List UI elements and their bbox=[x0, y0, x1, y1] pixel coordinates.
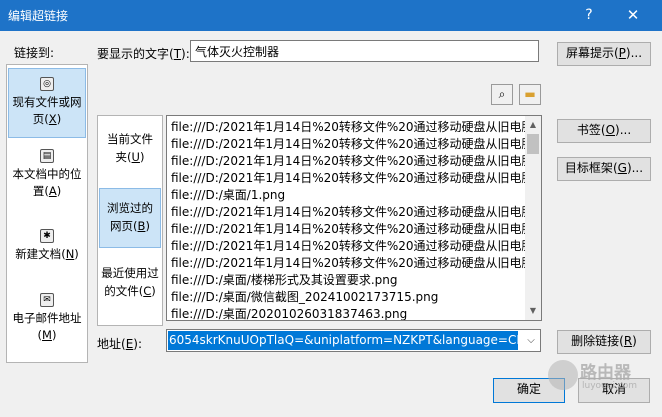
window-title: 编辑超链接 bbox=[8, 9, 69, 23]
chevron-down-icon[interactable]: ⌵ bbox=[523, 331, 539, 350]
list-item[interactable]: file:///D:/桌面/20201026031837463.png bbox=[171, 306, 407, 320]
watermark-subtext: luyouqi.com bbox=[582, 381, 638, 391]
document-place-icon: ▤ bbox=[40, 149, 54, 163]
new-document-icon: ✱ bbox=[40, 229, 54, 243]
bookmark-button[interactable]: 书签(O)... bbox=[557, 119, 651, 143]
watermark-text: 路由器 bbox=[580, 363, 631, 383]
link-place-label: 本文档中的位置 bbox=[12, 167, 82, 198]
list-item[interactable]: file:///D:/2021年1月14日%20转移文件%20通过移动硬盘从旧电… bbox=[171, 119, 534, 136]
link-to-panel: ◎ 现有文件或网页(X) ▤ 本文档中的位置(A) ✱ 新建文档(N) ✉ 电子… bbox=[6, 64, 88, 363]
list-item[interactable]: file:///D:/桌面/楼梯形式及其设置要求.png bbox=[171, 272, 397, 289]
look-in-panel: 当前文件 夹(U) 浏览过的 网页(B) 最近使用过 的文件(C) bbox=[97, 115, 163, 326]
browse-web-icon[interactable]: ⌕ bbox=[491, 84, 513, 105]
help-button[interactable]: ? bbox=[578, 4, 600, 26]
link-email-label: 电子邮件地址 bbox=[12, 311, 82, 325]
link-existing-file-button[interactable]: ◎ 现有文件或网页(X) bbox=[8, 68, 86, 138]
list-item[interactable]: file:///D:/2021年1月14日%20转移文件%20通过移动硬盘从旧电… bbox=[171, 221, 534, 238]
display-text-label: 要显示的文字(T): bbox=[97, 47, 190, 61]
recent-files-button[interactable]: 最近使用过 的文件(C) bbox=[99, 264, 161, 316]
scroll-up-icon[interactable]: ▲ bbox=[525, 118, 541, 132]
scroll-down-icon[interactable]: ▼ bbox=[525, 304, 541, 318]
remove-link-button[interactable]: 删除链接(R) bbox=[557, 330, 651, 354]
list-item[interactable]: file:///D:/2021年1月14日%20转移文件%20通过移动硬盘从旧电… bbox=[171, 153, 534, 170]
display-text-input[interactable]: 气体灭火控制器 bbox=[190, 40, 539, 62]
close-button[interactable]: ✕ bbox=[622, 4, 644, 26]
watermark-logo-icon bbox=[548, 360, 578, 390]
browsed-pages-button[interactable]: 浏览过的 网页(B) bbox=[99, 188, 161, 248]
list-item[interactable]: file:///D:/桌面/1.png bbox=[171, 187, 285, 204]
address-input[interactable]: 6054skrKnuUOpTlaQ=&uniplatform=NZKPT&lan… bbox=[168, 331, 518, 350]
link-to-label: 链接到: bbox=[14, 46, 55, 60]
email-icon: ✉ bbox=[40, 293, 54, 307]
link-email-button[interactable]: ✉ 电子邮件地址(M) bbox=[8, 289, 86, 353]
target-frame-button[interactable]: 目标框架(G)... bbox=[557, 157, 651, 181]
list-item[interactable]: file:///D:/2021年1月14日%20转移文件%20通过移动硬盘从旧电… bbox=[171, 255, 534, 272]
link-place-in-document-button[interactable]: ▤ 本文档中的位置(A) bbox=[8, 145, 86, 209]
address-label: 地址(E): bbox=[97, 337, 143, 351]
list-item[interactable]: file:///D:/2021年1月14日%20转移文件%20通过移动硬盘从旧电… bbox=[171, 136, 534, 153]
list-item[interactable]: file:///D:/2021年1月14日%20转移文件%20通过移动硬盘从旧电… bbox=[171, 204, 534, 221]
file-list[interactable]: file:///D:/2021年1月14日%20转移文件%20通过移动硬盘从旧电… bbox=[166, 115, 542, 321]
scroll-thumb[interactable] bbox=[527, 134, 539, 154]
link-new-label: 新建文档 bbox=[15, 247, 62, 261]
link-existing-label: 现有文件或网页 bbox=[12, 95, 82, 126]
list-item[interactable]: file:///D:/2021年1月14日%20转移文件%20通过移动硬盘从旧电… bbox=[171, 238, 534, 255]
current-folder-button[interactable]: 当前文件 夹(U) bbox=[99, 130, 161, 180]
title-bar bbox=[0, 0, 662, 31]
folder-icon[interactable]: ▬ bbox=[519, 84, 541, 105]
link-new-document-button[interactable]: ✱ 新建文档(N) bbox=[8, 223, 86, 277]
globe-file-icon: ◎ bbox=[40, 77, 54, 91]
list-item[interactable]: file:///D:/2021年1月14日%20转移文件%20通过移动硬盘从旧电… bbox=[171, 170, 534, 187]
screentip-button[interactable]: 屏幕提示(P)... bbox=[557, 42, 651, 66]
list-item[interactable]: file:///D:/桌面/微信截图_20241002173715.png bbox=[171, 289, 438, 306]
